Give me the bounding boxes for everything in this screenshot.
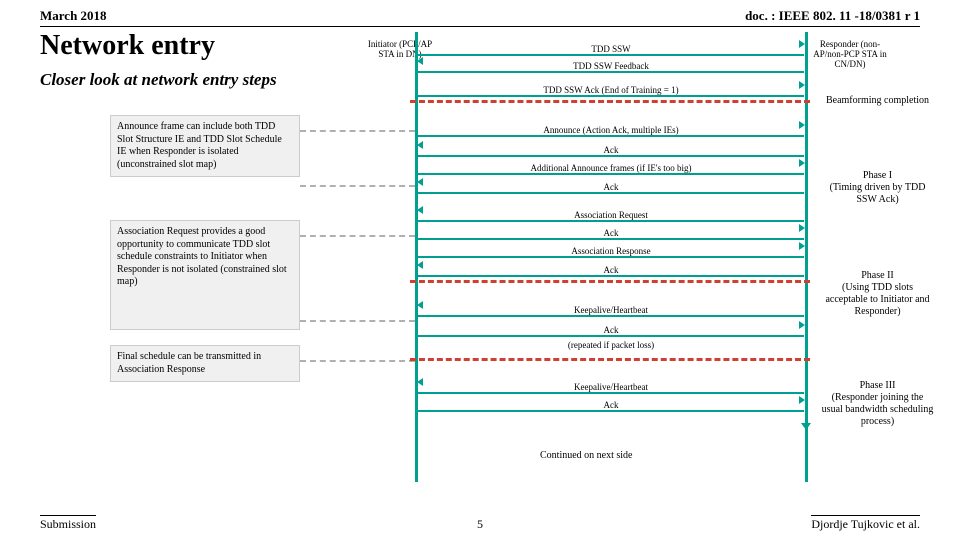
footer-right: Djordje Tujkovic et al. bbox=[811, 515, 920, 532]
msg-assoc-resp: Association Response bbox=[418, 246, 804, 258]
note-assoc-req: Association Request provides a good oppo… bbox=[110, 220, 300, 330]
msg-keepalive: Keepalive/Heartbeat bbox=[418, 382, 804, 394]
down-arrow-icon bbox=[802, 405, 810, 430]
responder-label: Responder (non-AP/non-PCP STA in CN/DN) bbox=[810, 40, 890, 70]
footer-left: Submission bbox=[40, 515, 96, 532]
msg-announce: Announce (Action Ack, multiple IEs) bbox=[418, 125, 804, 137]
phase-divider bbox=[410, 280, 810, 283]
msg-repeated: (repeated if packet loss) bbox=[418, 340, 804, 350]
msg-keepalive: Keepalive/Heartbeat bbox=[418, 305, 804, 317]
msg-ack: Ack bbox=[418, 228, 804, 240]
msg-tdd-ssw: TDD SSW bbox=[418, 44, 804, 56]
note-final: Final schedule can be transmitted in Ass… bbox=[110, 345, 300, 382]
connector-dash bbox=[300, 185, 415, 187]
header-left: March 2018 bbox=[40, 8, 107, 24]
header-right: doc. : IEEE 802. 11 -18/0381 r 1 bbox=[745, 8, 920, 24]
msg-tdd-ssw-ack: TDD SSW Ack (End of Training = 1) bbox=[418, 85, 804, 97]
continued-label: Continued on next side bbox=[540, 450, 633, 461]
msg-ack: Ack bbox=[418, 182, 804, 194]
connector-dash bbox=[300, 130, 415, 132]
footer-center: 5 bbox=[477, 517, 483, 532]
msg-assoc-req: Association Request bbox=[418, 210, 804, 222]
side-phase3: Phase III (Responder joining the usual b… bbox=[820, 380, 935, 428]
phase-divider bbox=[410, 358, 810, 361]
msg-ack: Ack bbox=[418, 145, 804, 157]
side-phase1: Phase I (Timing driven by TDD SSW Ack) bbox=[820, 170, 935, 206]
msg-ack: Ack bbox=[418, 400, 804, 412]
side-phase2: Phase II (Using TDD slots acceptable to … bbox=[820, 270, 935, 318]
msg-ack: Ack bbox=[418, 325, 804, 337]
slide: March 2018 doc. : IEEE 802. 11 -18/0381 … bbox=[0, 0, 960, 540]
msg-ack: Ack bbox=[418, 265, 804, 277]
connector-dash bbox=[300, 320, 415, 322]
header: March 2018 doc. : IEEE 802. 11 -18/0381 … bbox=[40, 8, 920, 27]
msg-tdd-ssw-fb: TDD SSW Feedback bbox=[418, 61, 804, 73]
page-subtitle: Closer look at network entry steps bbox=[40, 70, 277, 90]
page-title: Network entry bbox=[40, 30, 215, 62]
note-announce: Announce frame can include both TDD Slot… bbox=[110, 115, 300, 177]
msg-add-announce: Additional Announce frames (if IE's too … bbox=[418, 163, 804, 175]
side-beamforming: Beamforming completion bbox=[820, 95, 935, 107]
connector-dash bbox=[300, 235, 415, 237]
phase-divider bbox=[410, 100, 810, 103]
connector-dash bbox=[300, 360, 415, 362]
